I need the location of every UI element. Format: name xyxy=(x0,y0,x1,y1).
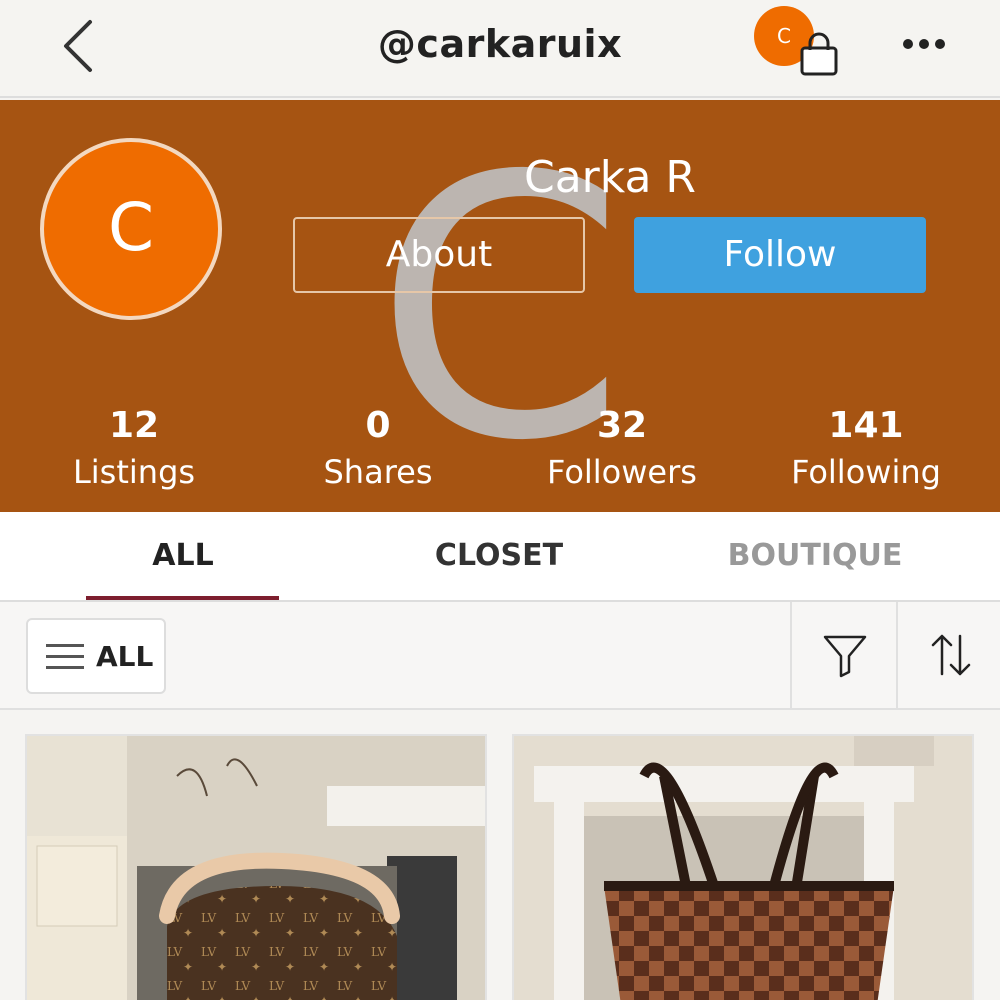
stat-following-label: Following xyxy=(791,453,941,491)
tab-boutique[interactable]: BOUTIQUE xyxy=(665,538,965,573)
stat-listings[interactable]: 12 Listings xyxy=(34,402,234,494)
listing-card[interactable]: LV ✦ xyxy=(25,734,487,1000)
shopping-bag-icon[interactable] xyxy=(798,32,842,78)
category-filter-label: ALL xyxy=(96,640,154,673)
about-button[interactable]: About xyxy=(293,217,585,293)
stat-shares[interactable]: 0 Shares xyxy=(278,402,478,494)
listing-grid: LV ✦ xyxy=(0,710,1000,1000)
listing-photo-damier-bag xyxy=(514,736,972,1000)
stat-listings-label: Listings xyxy=(72,453,196,491)
listing-photo-monogram-bag: LV ✦ xyxy=(27,736,485,1000)
follow-button[interactable]: Follow xyxy=(634,217,926,293)
sort-arrows-icon[interactable] xyxy=(896,602,1000,708)
stat-followers-value: 32 xyxy=(596,405,648,446)
filter-bar: ALL xyxy=(0,602,1000,710)
listing-card[interactable] xyxy=(512,734,974,1000)
profile-handle-title: @carkaruix xyxy=(377,22,623,66)
hamburger-icon xyxy=(46,642,84,672)
profile-name: Carka R xyxy=(523,152,696,203)
stat-followers-label: Followers xyxy=(547,453,697,491)
category-filter-button[interactable]: ALL xyxy=(26,618,166,694)
more-dots-icon[interactable] xyxy=(896,26,952,62)
stat-following-value: 141 xyxy=(828,405,904,446)
tab-closet[interactable]: CLOSET xyxy=(349,538,649,573)
stat-shares-label: Shares xyxy=(323,453,433,491)
stat-listings-value: 12 xyxy=(108,405,160,446)
tab-all[interactable]: ALL xyxy=(33,538,333,573)
profile-header-banner: C C Carka R About Follow 12 Listings 0 S… xyxy=(0,100,1000,512)
active-tab-indicator xyxy=(86,596,279,600)
closet-tabs: ALL CLOSET BOUTIQUE xyxy=(0,512,1000,602)
stat-following[interactable]: 141 Following xyxy=(766,402,966,494)
profile-avatar: C xyxy=(40,138,222,320)
stat-followers[interactable]: 32 Followers xyxy=(522,402,722,494)
top-nav-bar: @carkaruix C xyxy=(0,0,1000,98)
filter-funnel-icon[interactable] xyxy=(790,602,896,708)
stat-shares-value: 0 xyxy=(365,405,391,446)
